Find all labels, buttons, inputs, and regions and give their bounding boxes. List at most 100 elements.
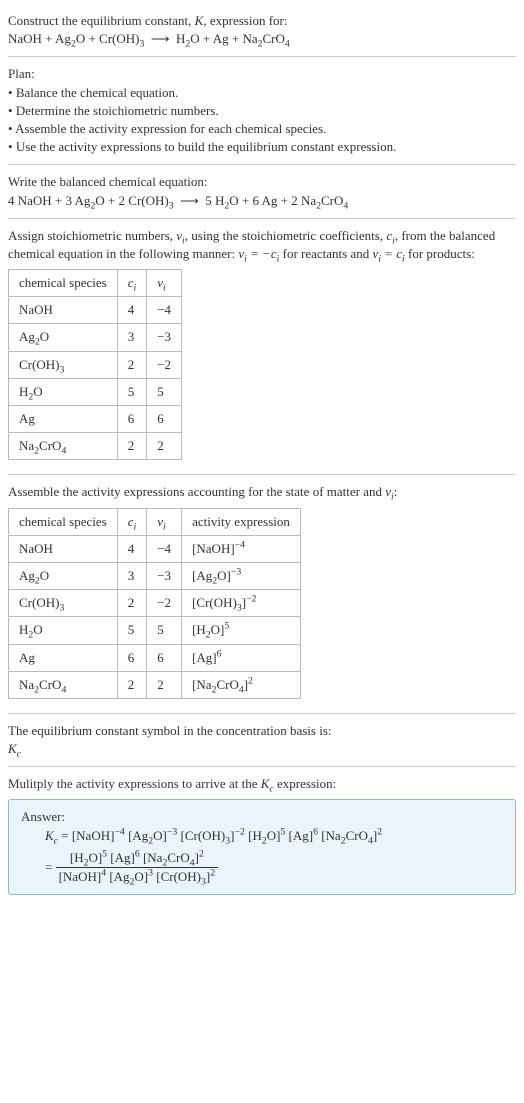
table-row: Ag66 <box>9 406 182 433</box>
assemble-heading-a: Assemble the activity expressions accoun… <box>8 484 385 499</box>
answer-label: Answer: <box>21 808 503 826</box>
table-row: Ag66[Ag]6 <box>9 644 301 671</box>
cell-activity: [Na2CrO4]2 <box>182 671 301 698</box>
cell-vi: −3 <box>147 562 182 589</box>
cell-ci: 6 <box>117 406 147 433</box>
plan-item: • Assemble the activity expression for e… <box>8 120 516 138</box>
multiply-section: Mulitply the activity expressions to arr… <box>8 767 516 903</box>
cell-species: Cr(OH)3 <box>9 590 118 617</box>
nu-symbol: νi <box>176 228 185 243</box>
nu-symbol: νi <box>385 484 394 499</box>
plan-section: Plan: • Balance the chemical equation. •… <box>8 57 516 165</box>
kc-symbol-line: The equilibrium constant symbol in the c… <box>8 722 516 740</box>
intro-text-a: Construct the equilibrium constant, <box>8 13 195 28</box>
cell-vi: 6 <box>147 644 182 671</box>
cell-species: Ag2O <box>9 562 118 589</box>
plan-item: • Balance the chemical equation. <box>8 84 516 102</box>
assign-section: Assign stoichiometric numbers, νi, using… <box>8 219 516 476</box>
col-vi: νi <box>147 270 182 297</box>
cell-species: NaOH <box>9 297 118 324</box>
cell-ci: 3 <box>117 324 147 351</box>
rel-react: νi = −ci <box>238 246 279 261</box>
kc-symbol: Kc <box>45 828 58 843</box>
rel-prod: νi = ci <box>373 246 405 261</box>
cell-vi: −4 <box>147 535 182 562</box>
cell-activity: [Ag]6 <box>182 644 301 671</box>
cell-ci: 2 <box>117 433 147 460</box>
assign-text-a: Assign stoichiometric numbers, <box>8 228 176 243</box>
col-activity: activity expression <box>182 508 301 535</box>
plan-item-text: Balance the chemical equation. <box>16 85 178 100</box>
cell-vi: 2 <box>147 671 182 698</box>
assemble-section: Assemble the activity expressions accoun… <box>8 475 516 714</box>
table-row: Na2CrO422[Na2CrO4]2 <box>9 671 301 698</box>
table-row: Na2CrO422 <box>9 433 182 460</box>
cell-species: Na2CrO4 <box>9 433 118 460</box>
intro-text-b: , expression for: <box>203 13 287 28</box>
table-row: NaOH4−4[NaOH]−4 <box>9 535 301 562</box>
cell-vi: 2 <box>147 433 182 460</box>
cell-ci: 4 <box>117 535 147 562</box>
stoich-table: chemical species ci νi NaOH4−4 Ag2O3−3 C… <box>8 269 182 460</box>
assemble-heading-b: : <box>394 484 398 499</box>
table-header-row: chemical species ci νi <box>9 270 182 297</box>
table-row: NaOH4−4 <box>9 297 182 324</box>
cell-activity: [Cr(OH)3]−2 <box>182 590 301 617</box>
eq-sign: = <box>45 859 56 874</box>
balanced-section: Write the balanced chemical equation: 4 … <box>8 165 516 218</box>
assign-text: Assign stoichiometric numbers, νi, using… <box>8 227 516 263</box>
cell-ci: 2 <box>117 590 147 617</box>
cell-vi: 5 <box>147 617 182 644</box>
plan-item: • Use the activity expressions to build … <box>8 138 516 156</box>
col-ci: ci <box>117 508 147 535</box>
col-species: chemical species <box>9 270 118 297</box>
table-row: Ag2O3−3 <box>9 324 182 351</box>
intro-line: Construct the equilibrium constant, K, e… <box>8 12 516 30</box>
cell-species: H2O <box>9 378 118 405</box>
fraction-numerator: [H2O]5 [Ag]6 [Na2CrO4]2 <box>56 849 219 868</box>
multiply-heading: Mulitply the activity expressions to arr… <box>8 775 516 793</box>
kc-symbol-section: The equilibrium constant symbol in the c… <box>8 714 516 767</box>
multiply-heading-b: expression: <box>274 776 336 791</box>
cell-vi: 6 <box>147 406 182 433</box>
cell-ci: 4 <box>117 297 147 324</box>
unbalanced-equation: NaOH + Ag2O + Cr(OH)3 ⟶ H2O + Ag + Na2Cr… <box>8 30 516 48</box>
ci-symbol: ci <box>386 228 395 243</box>
plan-item-text: Determine the stoichiometric numbers. <box>16 103 219 118</box>
table-row: Cr(OH)32−2 <box>9 351 182 378</box>
plan-heading: Plan: <box>8 65 516 83</box>
plan-item-text: Use the activity expressions to build th… <box>16 139 397 154</box>
cell-species: Ag <box>9 644 118 671</box>
cell-ci: 3 <box>117 562 147 589</box>
plan-item-text: Assemble the activity expression for eac… <box>15 121 326 136</box>
kc-inline: Kc <box>261 776 274 791</box>
table-row: Cr(OH)32−2[Cr(OH)3]−2 <box>9 590 301 617</box>
cell-ci: 2 <box>117 671 147 698</box>
cell-ci: 6 <box>117 644 147 671</box>
kc-symbol: Kc <box>8 740 516 758</box>
cell-ci: 2 <box>117 351 147 378</box>
balanced-heading: Write the balanced chemical equation: <box>8 173 516 191</box>
cell-species: Cr(OH)3 <box>9 351 118 378</box>
table-row: H2O55[H2O]5 <box>9 617 301 644</box>
cell-species: Na2CrO4 <box>9 671 118 698</box>
cell-activity: [H2O]5 <box>182 617 301 644</box>
assign-text-b: , using the stoichiometric coefficients, <box>185 228 387 243</box>
cell-vi: −2 <box>147 590 182 617</box>
table-header-row: chemical species ci νi activity expressi… <box>9 508 301 535</box>
cell-ci: 5 <box>117 378 147 405</box>
assign-text-d: for reactants and <box>279 246 372 261</box>
plan-item: • Determine the stoichiometric numbers. <box>8 102 516 120</box>
col-ci: ci <box>117 270 147 297</box>
col-vi: νi <box>147 508 182 535</box>
activity-table: chemical species ci νi activity expressi… <box>8 508 301 699</box>
cell-species: NaOH <box>9 535 118 562</box>
fraction: [H2O]5 [Ag]6 [Na2CrO4]2 [NaOH]4 [Ag2O]3 … <box>56 849 219 886</box>
table-row: Ag2O3−3[Ag2O]−3 <box>9 562 301 589</box>
answer-box: Answer: Kc = [NaOH]−4 [Ag2O]−3 [Cr(OH)3]… <box>8 799 516 895</box>
intro-section: Construct the equilibrium constant, K, e… <box>8 4 516 57</box>
answer-flat: Kc = [NaOH]−4 [Ag2O]−3 [Cr(OH)3]−2 [H2O]… <box>45 827 503 845</box>
cell-activity: [NaOH]−4 <box>182 535 301 562</box>
table-row: H2O55 <box>9 378 182 405</box>
multiply-heading-a: Mulitply the activity expressions to arr… <box>8 776 261 791</box>
